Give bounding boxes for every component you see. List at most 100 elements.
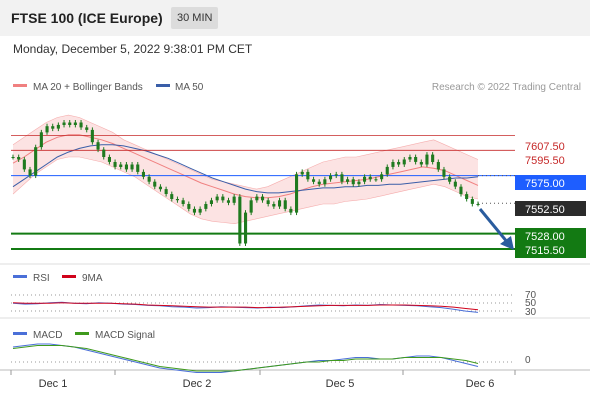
- candle-body: [317, 181, 321, 185]
- candle-body: [368, 176, 372, 180]
- candle-body: [408, 157, 412, 160]
- candle-body: [351, 179, 355, 185]
- copyright-text: Research © 2022 Trading Central: [432, 82, 581, 93]
- candle-body: [295, 174, 299, 213]
- candle-body: [96, 142, 100, 150]
- candle-body: [397, 162, 401, 165]
- candle-body: [425, 154, 429, 165]
- x-tick-dec2: Dec 2: [183, 378, 212, 390]
- bollinger-bands: [12, 114, 479, 225]
- candle-body: [209, 200, 213, 204]
- candle-body: [130, 164, 134, 170]
- candle-body: [85, 127, 89, 130]
- candle-body: [431, 154, 435, 162]
- candle-body: [448, 176, 452, 182]
- candle-body: [141, 171, 145, 177]
- candle-body: [68, 122, 72, 125]
- level-label-last: 7552.50: [525, 204, 565, 216]
- candle-body: [22, 159, 26, 170]
- candle-body: [90, 129, 94, 143]
- level-label-7515: 7515.50: [525, 245, 565, 257]
- candle-body: [261, 196, 265, 201]
- candle-body: [306, 171, 310, 180]
- candle: [34, 144, 38, 179]
- candle-body: [329, 175, 333, 180]
- legend-swatch-ma50: [156, 84, 170, 87]
- candle-body: [158, 186, 162, 190]
- x-axis: Dec 1 Dec 2 Dec 5 Dec 6: [10, 370, 516, 390]
- candle: [244, 210, 248, 246]
- candle-body: [465, 194, 469, 199]
- candle: [249, 197, 253, 216]
- candle-body: [164, 189, 168, 194]
- candle-body: [17, 157, 21, 160]
- legend-swatch-rsi: [13, 275, 27, 278]
- candle-body: [175, 199, 179, 201]
- candle-body: [244, 212, 248, 244]
- chart-canvas: MA 20 + Bollinger Bands MA 50 Research ©…: [0, 82, 590, 390]
- candle-body: [363, 176, 367, 182]
- candle-body: [340, 174, 344, 182]
- x-tick-dec5: Dec 5: [326, 378, 355, 390]
- legend-label-ma20: MA 20 + Bollinger Bands: [33, 82, 143, 93]
- candle-body: [470, 199, 474, 204]
- projection-arrow: [478, 208, 514, 250]
- candle-body: [249, 200, 253, 213]
- legend-label-rsi: RSI: [33, 273, 50, 284]
- level-label-7595: 7595.50: [525, 155, 565, 167]
- candle-body: [170, 194, 174, 199]
- candle-body: [56, 124, 60, 129]
- macd-legend: MACD MACD Signal: [13, 330, 155, 341]
- candle-body: [192, 208, 196, 213]
- candle-body: [45, 126, 49, 133]
- candle-body: [300, 171, 304, 175]
- legend-label-macd-signal: MACD Signal: [95, 330, 155, 341]
- main-legend: MA 20 + Bollinger Bands MA 50 Research ©…: [13, 82, 581, 93]
- candle-body: [374, 179, 378, 181]
- candle-body: [272, 204, 276, 207]
- candle-body: [204, 204, 208, 209]
- legend-label-macd: MACD: [33, 330, 62, 341]
- candle-body: [414, 157, 418, 162]
- candle-body: [107, 157, 111, 162]
- rsi-axis: 70 50 30: [11, 290, 537, 318]
- legend-swatch-ma20: [13, 84, 27, 87]
- macd-series: [12, 343, 479, 373]
- candle-body: [289, 208, 293, 213]
- candle-body: [62, 122, 66, 125]
- candle-body: [119, 164, 123, 167]
- candle-body: [147, 176, 151, 182]
- candle-body: [323, 179, 327, 185]
- candle-body: [215, 196, 219, 201]
- candle-body: [226, 200, 230, 203]
- candle: [295, 171, 299, 216]
- level-label-7607: 7607.50: [525, 141, 565, 153]
- candle-body: [28, 169, 32, 176]
- candle-body: [334, 174, 338, 176]
- candle-body: [266, 200, 270, 204]
- candle-body: [357, 181, 361, 185]
- candle-body: [255, 196, 259, 201]
- legend-swatch-macd-signal: [75, 332, 89, 335]
- level-label-7575: 7575.00: [525, 178, 565, 190]
- candle-body: [181, 200, 185, 204]
- candle-body: [136, 164, 140, 172]
- legend-label-rsi-9ma: 9MA: [82, 273, 103, 284]
- candle-body: [385, 166, 389, 175]
- price-level-labels: 7607.50 7595.50 7575.00 7552.50 7528.00 …: [515, 141, 586, 258]
- candle-body: [346, 179, 350, 182]
- candle-body: [436, 162, 440, 170]
- candle-body: [232, 196, 236, 203]
- candle: [90, 127, 94, 145]
- candle-body: [153, 181, 157, 187]
- candle-body: [238, 196, 242, 244]
- candle-body: [198, 208, 202, 213]
- candle-body: [39, 132, 43, 148]
- rsi-series: [12, 301, 479, 313]
- legend-label-ma50: MA 50: [175, 82, 204, 93]
- candle-body: [419, 162, 423, 165]
- rsi-tick-30: 30: [525, 307, 537, 318]
- macd-tick-0: 0: [525, 355, 531, 366]
- legend-swatch-macd: [13, 332, 27, 335]
- candle-body: [278, 200, 282, 207]
